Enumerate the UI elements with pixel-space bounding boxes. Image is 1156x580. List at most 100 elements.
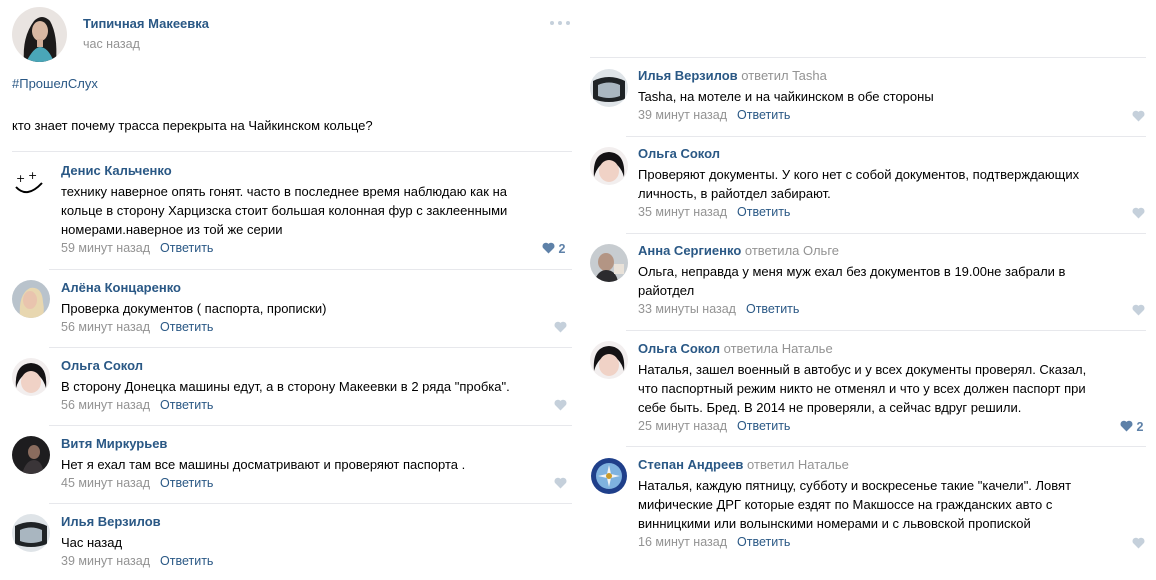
like-count: 2 (1136, 420, 1144, 434)
commenter-name[interactable]: Илья Верзилов ответил Tasha (638, 68, 827, 83)
heart-icon (554, 477, 567, 489)
comment-item: Степан Андреев ответил Наталье Наталья, … (590, 446, 1146, 562)
comment-divider (49, 269, 572, 270)
commenter-name[interactable]: Витя Миркурьев (61, 436, 167, 451)
commenter-avatar[interactable] (590, 341, 628, 379)
comment-item: Илья Верзилов ответил Tasha Tasha, на мо… (590, 57, 1146, 136)
comment-timestamp[interactable]: 59 минут назад (61, 241, 150, 255)
commenter-name[interactable]: Ольга Сокол (61, 358, 143, 373)
like-button[interactable] (554, 477, 567, 491)
like-button[interactable] (1132, 207, 1145, 221)
reply-to-label[interactable]: ответила Наталье (724, 341, 833, 356)
commenter-name[interactable]: Ольга Сокол (638, 146, 720, 161)
comment-meta: 33 минуты назад Ответить (638, 302, 799, 316)
like-button[interactable] (1132, 110, 1145, 124)
reply-button[interactable]: Ответить (160, 554, 213, 568)
comment-item: Анна Сергиенко ответила Ольге Ольга, неп… (590, 233, 1146, 330)
like-button[interactable] (554, 399, 567, 413)
comment-text: Час назад (61, 535, 123, 550)
commenter-avatar[interactable] (590, 69, 628, 107)
comment-timestamp[interactable]: 39 минут назад (61, 554, 150, 568)
comment-text: Ольга, неправда у меня муж ехал без доку… (638, 264, 1066, 298)
comment-timestamp[interactable]: 56 минут назад (61, 320, 150, 334)
comment-meta: 56 минут назад Ответить (61, 320, 213, 334)
commenter-avatar[interactable] (590, 244, 628, 282)
comment-item: Алёна Концаренко Проверка документов ( п… (12, 269, 572, 347)
comment-item: + + Денис Кальченко технику наверное опя… (12, 151, 572, 269)
commenter-name[interactable]: Анна Сергиенко ответила Ольге (638, 243, 839, 258)
comment-divider (12, 151, 572, 152)
post-text: кто знает почему трасса перекрыта на Чай… (12, 118, 373, 133)
reply-button[interactable]: Ответить (160, 320, 213, 334)
comment-timestamp[interactable]: 45 минут назад (61, 476, 150, 490)
reply-button[interactable]: Ответить (737, 535, 790, 549)
comment-meta: 39 минут назад Ответить (61, 554, 213, 568)
heart-icon (542, 242, 555, 254)
commenter-avatar[interactable] (590, 147, 628, 185)
commenter-avatar[interactable] (12, 358, 50, 396)
comment-text: технику наверное опять гонят. часто в по… (61, 184, 508, 237)
commenter-name[interactable]: Ольга Сокол ответила Наталье (638, 341, 833, 356)
comment-timestamp[interactable]: 35 минут назад (638, 205, 727, 219)
reply-to-label[interactable]: ответил Tasha (741, 68, 827, 83)
reply-button[interactable]: Ответить (737, 205, 790, 219)
right-column: Илья Верзилов ответил Tasha Tasha, на мо… (578, 0, 1156, 580)
comment-divider (626, 446, 1146, 447)
comment-item: Ольга Сокол В сторону Донецка машины еду… (12, 347, 572, 425)
comment-timestamp[interactable]: 56 минут назад (61, 398, 150, 412)
comment-timestamp[interactable]: 39 минут назад (638, 108, 727, 122)
commenter-avatar[interactable]: + + (12, 165, 50, 203)
comment-text: Наталья, каждую пятницу, субботу и воскр… (638, 478, 1072, 531)
reply-to-label[interactable]: ответила Ольге (745, 243, 839, 258)
svg-text:+: + (28, 169, 37, 182)
heart-icon (1132, 110, 1145, 122)
commenter-name[interactable]: Денис Кальченко (61, 163, 172, 178)
like-button[interactable] (1132, 537, 1145, 551)
reply-button[interactable]: Ответить (160, 476, 213, 490)
post-hashtag[interactable]: #ПрошелСлух (12, 76, 98, 91)
commenter-name[interactable]: Алёна Концаренко (61, 280, 181, 295)
reply-to-label[interactable]: ответил Наталье (747, 457, 849, 472)
heart-icon (1132, 537, 1145, 549)
heart-icon (554, 399, 567, 411)
like-button[interactable]: 2 (542, 242, 565, 256)
post-author-avatar[interactable] (12, 7, 67, 62)
reply-button[interactable]: Ответить (160, 398, 213, 412)
comment-text: Проверяют документы. У кого нет с собой … (638, 167, 1080, 201)
reply-button[interactable]: Ответить (737, 419, 790, 433)
post-timestamp[interactable]: час назад (83, 37, 140, 51)
post-author-name[interactable]: Типичная Макеевка (83, 16, 209, 31)
commenter-name[interactable]: Степан Андреев ответил Наталье (638, 457, 849, 472)
commenter-avatar[interactable] (12, 514, 50, 552)
like-button[interactable] (1132, 304, 1145, 318)
comment-timestamp[interactable]: 25 минут назад (638, 419, 727, 433)
comment-text: Нет я ехал там все машины досматривают и… (61, 457, 466, 472)
comment-divider (49, 503, 572, 504)
comment-meta: 25 минут назад Ответить (638, 419, 790, 433)
comment-divider (626, 136, 1146, 137)
comment-meta: 56 минут назад Ответить (61, 398, 213, 412)
heart-icon (554, 321, 567, 333)
commenter-avatar[interactable] (12, 436, 50, 474)
comment-divider (49, 347, 572, 348)
comment-meta: 59 минут назад Ответить (61, 241, 213, 255)
like-button[interactable]: 2 (1120, 420, 1143, 434)
heart-icon (1120, 420, 1133, 432)
comment-text: Tasha, на мотеле и на чайкинском в обе с… (638, 89, 934, 104)
comment-text: Наталья, зашел военный в автобус и у все… (638, 362, 1087, 415)
like-button[interactable] (554, 321, 567, 335)
comment-divider (626, 330, 1146, 331)
reply-button[interactable]: Ответить (746, 302, 799, 316)
reply-button[interactable]: Ответить (737, 108, 790, 122)
svg-text:+: + (16, 172, 25, 185)
reply-button[interactable]: Ответить (160, 241, 213, 255)
commenter-avatar[interactable] (590, 457, 628, 495)
comment-timestamp[interactable]: 33 минуты назад (638, 302, 736, 316)
more-options-icon[interactable] (548, 19, 572, 27)
comment-divider (590, 57, 1146, 58)
comment-divider (626, 233, 1146, 234)
commenter-name[interactable]: Илья Верзилов (61, 514, 161, 529)
comment-timestamp[interactable]: 16 минут назад (638, 535, 727, 549)
commenter-avatar[interactable] (12, 280, 50, 318)
comment-item: Ольга Сокол Проверяют документы. У кого … (590, 136, 1146, 233)
